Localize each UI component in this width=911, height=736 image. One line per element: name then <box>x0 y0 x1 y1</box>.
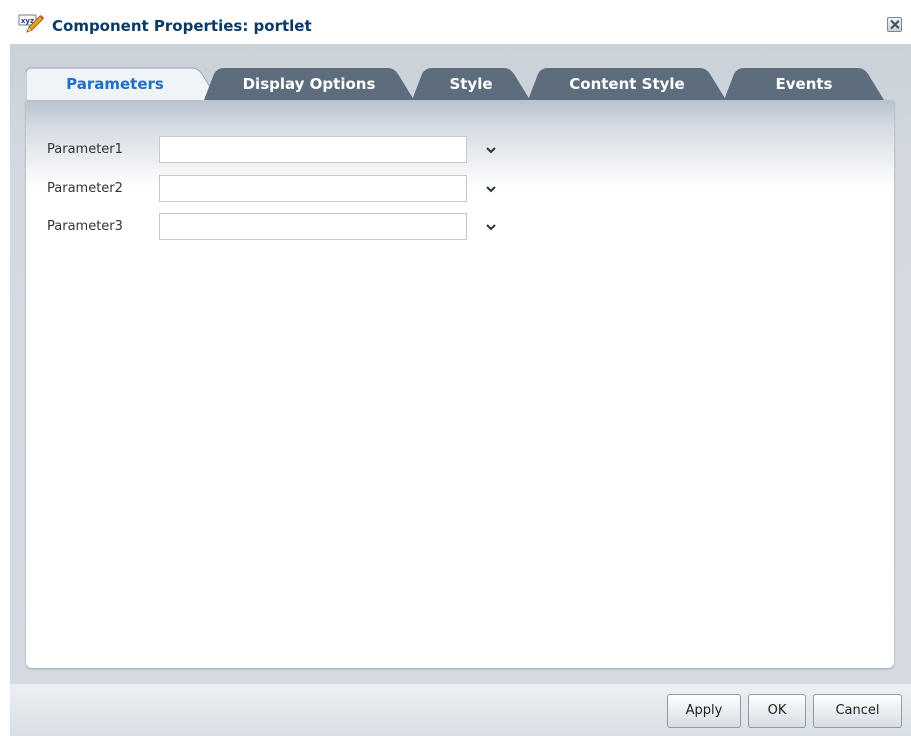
dialog-title: Component Properties: portlet <box>52 17 312 35</box>
tab-content-style[interactable]: Content Style <box>528 66 734 102</box>
parameter3-label: Parameter3 <box>47 219 123 234</box>
parameter-row: Parameter2 <box>26 175 526 203</box>
tab-bar: Parameters Display Options Style Content… <box>26 66 894 102</box>
parameter2-input[interactable] <box>159 175 467 202</box>
component-properties-dialog: xyz Component Properties: portlet Parame… <box>0 0 911 736</box>
title-bar[interactable]: xyz Component Properties: portlet <box>0 0 911 44</box>
parameter1-label: Parameter1 <box>47 142 123 157</box>
chevron-down-icon[interactable] <box>483 142 499 158</box>
tab-label: Content Style <box>569 75 685 93</box>
parameters-panel: Parameter1 Parameter2 Parameter3 <box>26 100 894 668</box>
parameter3-input[interactable] <box>159 213 467 240</box>
tab-label: Parameters <box>66 75 164 93</box>
tab-display-options[interactable]: Display Options <box>204 66 422 102</box>
tab-label: Events <box>775 75 833 93</box>
tab-events[interactable]: Events <box>724 66 892 102</box>
tab-label: Display Options <box>242 75 376 93</box>
tab-style[interactable]: Style <box>412 66 538 102</box>
parameter-row: Parameter3 <box>26 213 526 241</box>
parameter2-label: Parameter2 <box>47 181 123 196</box>
property-edit-icon: xyz <box>18 13 46 35</box>
tab-label: Style <box>449 75 493 93</box>
chevron-down-icon[interactable] <box>483 181 499 197</box>
parameter1-input[interactable] <box>159 136 467 163</box>
close-icon[interactable] <box>887 17 902 32</box>
cancel-button[interactable]: Cancel <box>813 694 902 728</box>
chevron-down-icon[interactable] <box>483 219 499 235</box>
parameter-row: Parameter1 <box>26 136 526 164</box>
apply-button[interactable]: Apply <box>667 694 741 728</box>
ok-button[interactable]: OK <box>748 694 806 728</box>
tab-parameters[interactable]: Parameters <box>26 66 226 102</box>
